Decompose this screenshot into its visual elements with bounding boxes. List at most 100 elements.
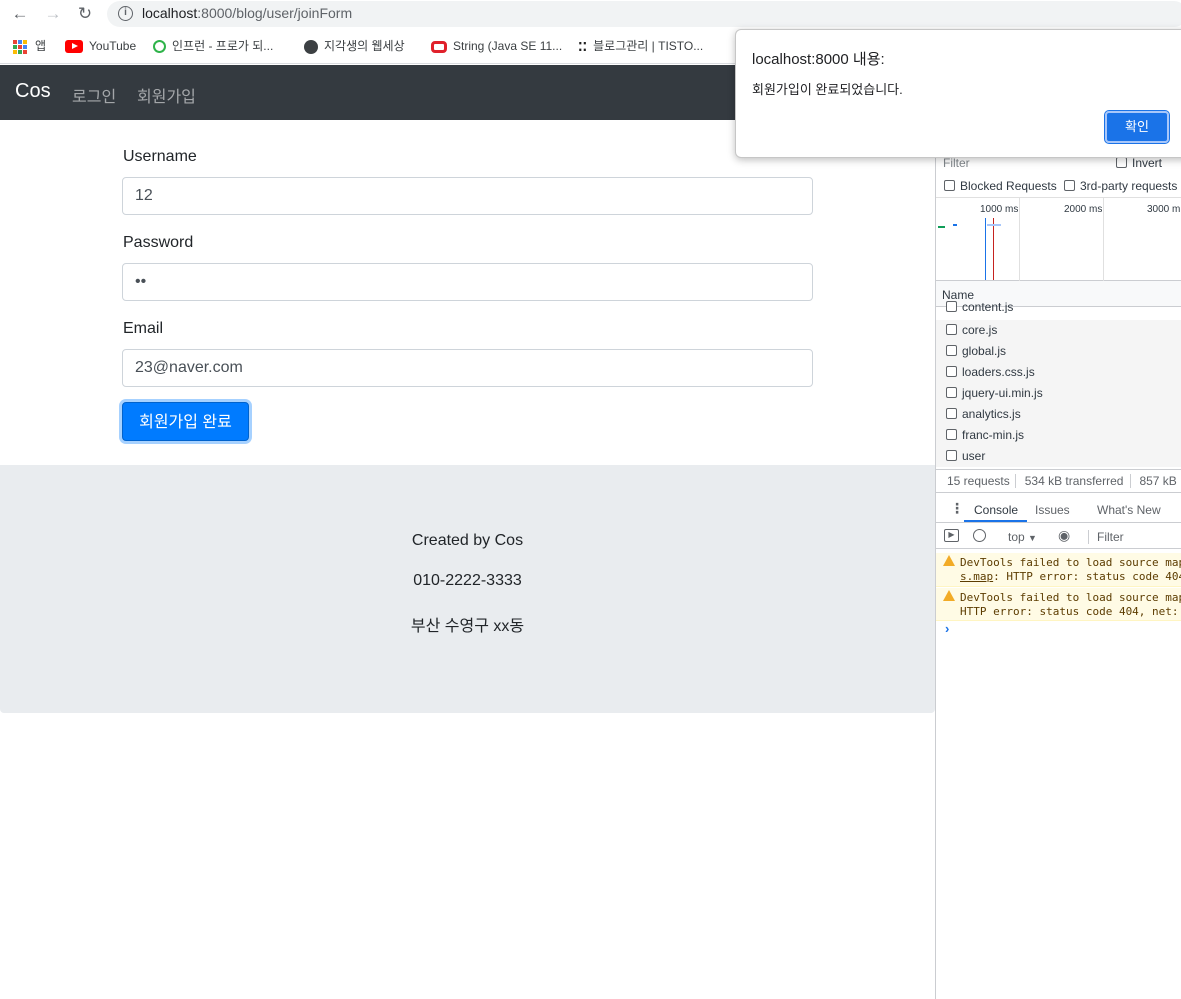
eye-icon[interactable]: ◉ xyxy=(1058,527,1070,544)
timeline-load-marker xyxy=(993,218,994,280)
request-row[interactable]: analytics.js xyxy=(936,404,1181,425)
nav-join-link[interactable]: 회원가입 xyxy=(137,83,196,107)
checkbox-icon xyxy=(946,387,957,398)
blocked-requests-checkbox[interactable]: Blocked Requests xyxy=(944,179,1057,193)
name-column-label: Name xyxy=(942,288,975,302)
request-row[interactable]: content.js xyxy=(936,301,1181,313)
request-name: franc-min.js xyxy=(962,428,1025,442)
request-name: content.js xyxy=(962,301,1014,313)
third-party-label: 3rd-party requests xyxy=(1080,179,1178,193)
bookmark-oracle[interactable]: String (Java SE 11... xyxy=(431,37,562,55)
checkbox-icon xyxy=(946,345,957,356)
request-name: jquery-ui.min.js xyxy=(962,386,1043,400)
bookmark-tistory[interactable]: ⁚⁚ 블로그관리 | TISTO... xyxy=(578,37,703,55)
site-footer: Created by Cos 010-2222-3333 부산 수영구 xx동 xyxy=(0,465,935,713)
site-info-icon[interactable]: i xyxy=(118,6,133,21)
bookmark-inflearn[interactable]: 인프런 - 프로가 되... xyxy=(153,37,273,55)
tab-issues[interactable]: Issues xyxy=(1035,503,1070,517)
timeline-domcontentloaded-marker xyxy=(985,218,986,280)
url-host: localhost xyxy=(142,5,198,21)
clear-console-icon[interactable] xyxy=(973,529,986,542)
bookmark-label: YouTube xyxy=(89,39,137,53)
back-arrow-icon[interactable]: ← xyxy=(9,4,31,24)
bookmark-label: 앱 xyxy=(35,39,47,53)
timeline-bar xyxy=(938,226,945,228)
request-row[interactable]: loaders.css.js xyxy=(936,362,1181,383)
blocked-requests-label: Blocked Requests xyxy=(960,179,1057,193)
password-input[interactable]: •• xyxy=(122,263,813,301)
tab-whats-new[interactable]: What's New xyxy=(1097,503,1161,517)
checkbox-icon xyxy=(946,366,957,377)
network-status-bar: 15 requests 534 kB transferred 857 kB xyxy=(936,469,1181,493)
drawer-menu-icon[interactable]: ⋮ xyxy=(950,500,964,517)
timeline-divider xyxy=(1019,198,1020,282)
checkbox-icon xyxy=(1064,180,1075,191)
network-request-list: content.js core.js global.js loaders.css… xyxy=(936,301,1181,469)
join-submit-button[interactable]: 회원가입 완료 xyxy=(122,402,249,441)
network-timeline[interactable]: 1000 ms 2000 ms 3000 m xyxy=(936,197,1181,282)
inflearn-icon xyxy=(153,40,166,54)
network-filter-input[interactable]: Filter xyxy=(943,156,970,170)
request-count: 15 requests xyxy=(947,474,1010,488)
tab-console[interactable]: Console xyxy=(974,503,1018,517)
request-row[interactable]: core.js xyxy=(936,320,1181,341)
timeline-bar xyxy=(953,224,957,226)
warning-text: : HTTP error: status code 404 xyxy=(993,570,1181,583)
divider xyxy=(1130,474,1132,488)
address-bar[interactable]: i localhost:8000/blog/user/joinForm xyxy=(107,1,1181,27)
invert-checkbox[interactable]: Invert xyxy=(1116,156,1162,170)
forward-arrow-icon[interactable]: → xyxy=(42,4,64,24)
bookmark-label: 지각생의 웹세상 xyxy=(324,39,405,53)
checkbox-icon xyxy=(1116,157,1127,168)
alert-message: 회원가입이 완료되었습니다. xyxy=(752,82,903,97)
alert-title: localhost:8000 내용: xyxy=(752,51,885,68)
request-row[interactable]: franc-min.js xyxy=(936,425,1181,446)
resources-size: 857 kB xyxy=(1139,474,1177,488)
alert-ok-button[interactable]: 확인 xyxy=(1104,110,1170,144)
request-row[interactable]: jquery-ui.min.js xyxy=(936,383,1181,404)
warning-text: DevTools failed to load source map xyxy=(960,591,1181,604)
request-name: global.js xyxy=(962,344,1007,358)
console-filter-input[interactable]: Filter xyxy=(1088,530,1124,544)
reload-icon[interactable]: ↻ xyxy=(74,4,96,24)
password-label: Password xyxy=(123,234,194,251)
bookmark-apps[interactable]: 앱 xyxy=(13,37,46,55)
tistory-icon: ⁚⁚ xyxy=(578,39,588,54)
request-name: user xyxy=(962,449,986,463)
bookmark-youtube[interactable]: YouTube xyxy=(65,37,136,55)
footer-credit: Created by Cos xyxy=(411,532,524,549)
timeline-label: 3000 m xyxy=(1147,204,1181,215)
email-input[interactable]: 23@naver.com xyxy=(122,349,813,387)
timeline-bar xyxy=(987,224,1001,226)
invert-label: Invert xyxy=(1132,156,1163,170)
oracle-icon xyxy=(431,40,447,53)
checkbox-icon xyxy=(946,429,957,440)
active-tab-indicator xyxy=(964,520,1027,522)
console-toolbar: ▶ top ▼ ◉ Filter xyxy=(936,525,1181,549)
bookmark-label: 블로그관리 | TISTO... xyxy=(593,39,704,53)
username-input[interactable]: 12 xyxy=(122,177,813,215)
console-prompt-icon[interactable]: › xyxy=(945,621,949,636)
globe-icon xyxy=(304,39,318,54)
footer-address: 부산 수영구 xx동 xyxy=(410,618,525,635)
request-name: analytics.js xyxy=(962,407,1021,421)
warning-icon xyxy=(943,590,955,601)
third-party-checkbox[interactable]: 3rd-party requests xyxy=(1064,179,1177,193)
warning-text: HTTP error: status code 404, net:: xyxy=(960,605,1181,618)
brand-link[interactable]: Cos xyxy=(15,80,51,103)
drawer-tabbar: ⋮ Console Issues What's New xyxy=(936,497,1181,523)
context-selector[interactable]: top ▼ xyxy=(1008,530,1037,544)
request-row[interactable]: global.js xyxy=(936,341,1181,362)
console-warning: DevTools failed to load source map HTTP … xyxy=(936,588,1181,621)
source-map-link[interactable]: s.map xyxy=(960,570,993,583)
alert-dialog: localhost:8000 내용: 회원가입이 완료되었습니다. 확인 xyxy=(735,29,1181,158)
request-name: loaders.css.js xyxy=(962,365,1035,379)
devtools-panel: Filter Invert Blocked Requests 3rd-party… xyxy=(935,65,1181,999)
timeline-label: 1000 ms xyxy=(980,204,1019,215)
url-text[interactable]: localhost:8000/blog/user/joinForm xyxy=(142,5,352,21)
sidebar-toggle-icon[interactable]: ▶ xyxy=(944,529,959,542)
nav-login-link[interactable]: 로그인 xyxy=(72,83,116,107)
request-row[interactable]: user xyxy=(936,446,1181,467)
bookmark-globe[interactable]: 지각생의 웹세상 xyxy=(304,37,405,55)
checkbox-icon xyxy=(946,450,957,461)
